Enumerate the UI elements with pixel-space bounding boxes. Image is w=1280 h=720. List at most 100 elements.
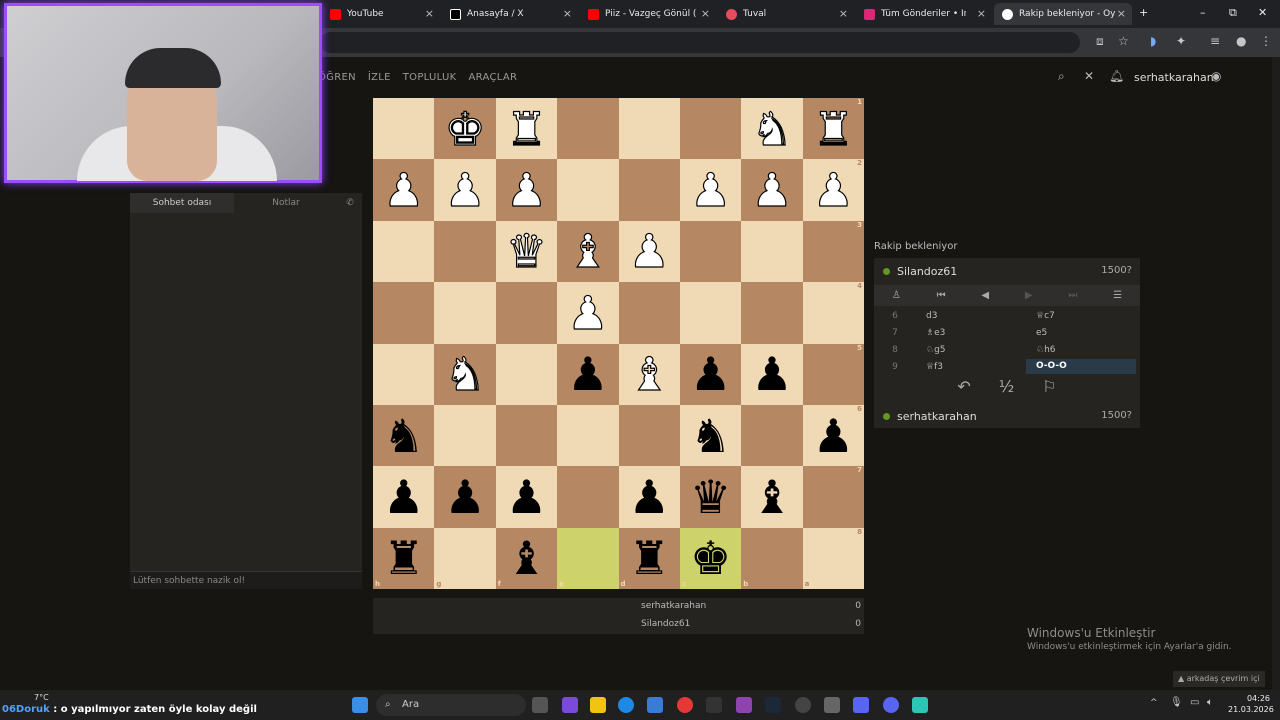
black-queen-piece[interactable]: ♛ <box>690 474 731 520</box>
white-pawn-piece[interactable]: ♟ <box>505 166 547 213</box>
app-icon[interactable] <box>912 697 928 713</box>
hamburger-menu-icon[interactable]: ☰ <box>1113 290 1122 301</box>
black-bishop-piece[interactable]: ♝ <box>506 535 547 581</box>
score-player-name[interactable]: Silandoz61 <box>641 619 690 629</box>
white-pawn-piece[interactable]: ♟ <box>812 166 854 213</box>
bell-icon[interactable]: 🔔︎ <box>1109 69 1124 83</box>
first-move-icon[interactable]: ⏮ <box>937 290 946 301</box>
extensions-puzzle-icon[interactable]: ✦ <box>1176 34 1186 48</box>
nav-watch[interactable]: İZLE <box>368 72 391 83</box>
url-input[interactable] <box>320 32 1080 53</box>
board-square[interactable] <box>373 220 435 283</box>
settings-icon[interactable] <box>824 697 840 713</box>
search-icon[interactable]: ⌕ <box>1058 69 1065 84</box>
close-icon[interactable]: × <box>839 7 848 20</box>
black-pawn-piece[interactable]: ♟ <box>567 351 608 397</box>
white-pawn-piece[interactable]: ♟ <box>444 166 486 213</box>
black-pawn-piece[interactable]: ♟ <box>813 413 854 459</box>
file-explorer-icon[interactable] <box>590 697 606 713</box>
microphone-icon[interactable]: 🎙︎ <box>1170 697 1183 708</box>
board-square[interactable]: ♟ <box>434 159 496 221</box>
maximize-icon[interactable]: ⧉ <box>1229 6 1237 20</box>
white-king-piece[interactable]: ♚ <box>444 105 486 152</box>
media-icon[interactable]: ≡ <box>1210 34 1220 48</box>
chat-input[interactable]: Lütfen sohbette nazik ol! <box>130 571 362 589</box>
black-knight-piece[interactable]: ♞ <box>690 413 731 459</box>
white-pawn-piece[interactable]: ♟ <box>689 166 731 213</box>
board-square[interactable]: ♞ <box>679 404 742 467</box>
start-windows-icon[interactable] <box>352 697 368 713</box>
board-square[interactable]: ♟ <box>618 220 680 283</box>
board-square[interactable] <box>679 220 742 283</box>
board-square[interactable]: ♟ <box>557 343 619 405</box>
taskbar-search[interactable]: ⌕ Ara <box>376 694 526 716</box>
my-name[interactable]: serhatkarahan <box>897 410 977 423</box>
black-pawn-piece[interactable]: ♟ <box>690 351 731 397</box>
board-square[interactable]: ♟ <box>373 159 435 221</box>
board-square[interactable] <box>618 98 680 160</box>
white-bishop-piece[interactable]: ♝ <box>628 351 670 398</box>
steam-icon[interactable] <box>765 697 781 713</box>
board-square[interactable]: ♟ <box>495 159 558 221</box>
phone-icon[interactable]: ✆ <box>338 193 362 213</box>
board-square[interactable]: ♟ <box>679 159 742 221</box>
white-rook-piece[interactable]: ♜ <box>812 105 854 152</box>
white-pawn-piece[interactable]: ♟ <box>567 289 609 336</box>
board-square[interactable] <box>741 220 803 283</box>
board-square[interactable] <box>679 98 742 160</box>
board-square[interactable] <box>618 404 680 467</box>
volume-icon[interactable]: 🔈︎ <box>1207 697 1213 708</box>
board-square[interactable]: ♝ <box>557 220 619 283</box>
page-scrollbar[interactable] <box>1272 57 1280 690</box>
board-square[interactable]: ♝ <box>741 466 803 528</box>
board-square[interactable] <box>679 282 742 344</box>
window-close-icon[interactable]: ✕ <box>1258 6 1267 19</box>
board-square[interactable]: ♜ 1 <box>802 98 864 160</box>
white-pawn-piece[interactable]: ♟ <box>628 228 670 275</box>
next-move-icon[interactable]: ▶ <box>1025 290 1033 301</box>
prev-move-icon[interactable]: ◀ <box>981 290 989 301</box>
close-icon[interactable]: × <box>977 7 986 20</box>
app-icon[interactable] <box>853 697 869 713</box>
board-square[interactable] <box>434 220 496 283</box>
tab-piiz[interactable]: Piiz - Vazgeç Gönül (Cove × <box>580 3 716 25</box>
board-square[interactable]: ♟ 2 <box>802 159 864 221</box>
edge-icon[interactable] <box>618 697 634 713</box>
board-square[interactable]: 3 <box>802 220 864 283</box>
extension-icon[interactable]: ◗ <box>1150 34 1156 48</box>
chess-board[interactable]: ♚ ♜ ♞ ♜ 1 ♟ ♟ ♟ ♟ ♟ ♟ 2 ♛ ♝ ♟ 3 ♟ 4 ♞ ♟ ♝ ♟ ♟ 5 ♞ ♞ ♟ 6 ♟ ♟ ♟ ♟ ♛ ♝ 7 ♜ h g ♝ f… <box>373 98 864 589</box>
board-square[interactable]: ♟ <box>557 282 619 344</box>
white-pawn-piece[interactable]: ♟ <box>382 166 424 213</box>
board-square[interactable]: ♞ <box>373 404 435 467</box>
current-move[interactable]: O-O-O <box>1026 359 1136 374</box>
black-bishop-piece[interactable]: ♝ <box>751 474 792 520</box>
board-square[interactable]: ♚ c <box>679 527 742 589</box>
offer-draw-button[interactable]: ½ <box>999 377 1015 396</box>
new-tab-icon[interactable]: + <box>1139 6 1148 19</box>
takeback-icon[interactable]: ↶ <box>957 377 970 396</box>
board-square[interactable] <box>741 404 803 467</box>
board-square[interactable]: ♞ <box>434 343 496 405</box>
board-square[interactable] <box>557 98 619 160</box>
board-square[interactable]: ♜ d <box>618 527 680 589</box>
black-rook-piece[interactable]: ♜ <box>383 535 424 581</box>
close-icon[interactable]: ✕ <box>1084 69 1094 83</box>
board-square[interactable]: ♟ <box>741 159 803 221</box>
board-square[interactable] <box>557 159 619 221</box>
nav-tools[interactable]: ARAÇLAR <box>469 72 518 83</box>
nav-community[interactable]: TOPLULUK <box>403 72 457 83</box>
close-icon[interactable]: × <box>563 7 572 20</box>
board-square[interactable]: ♟ <box>434 466 496 528</box>
board-square[interactable] <box>618 159 680 221</box>
board-square[interactable]: ♟ <box>741 343 803 405</box>
install-icon[interactable]: ⧈ <box>1096 34 1104 49</box>
white-rook-piece[interactable]: ♜ <box>505 105 547 152</box>
board-square[interactable]: ♟ 6 <box>802 404 864 467</box>
board-square[interactable] <box>434 404 496 467</box>
board-square[interactable]: e <box>557 527 619 589</box>
black-knight-piece[interactable]: ♞ <box>383 413 424 459</box>
minimize-icon[interactable]: – <box>1200 6 1206 19</box>
system-clock[interactable]: 04:26 21.03.2026 <box>1228 693 1274 715</box>
tab-instagram[interactable]: Tüm Gönderiler • Insta × <box>856 3 992 25</box>
board-square[interactable] <box>373 98 435 160</box>
